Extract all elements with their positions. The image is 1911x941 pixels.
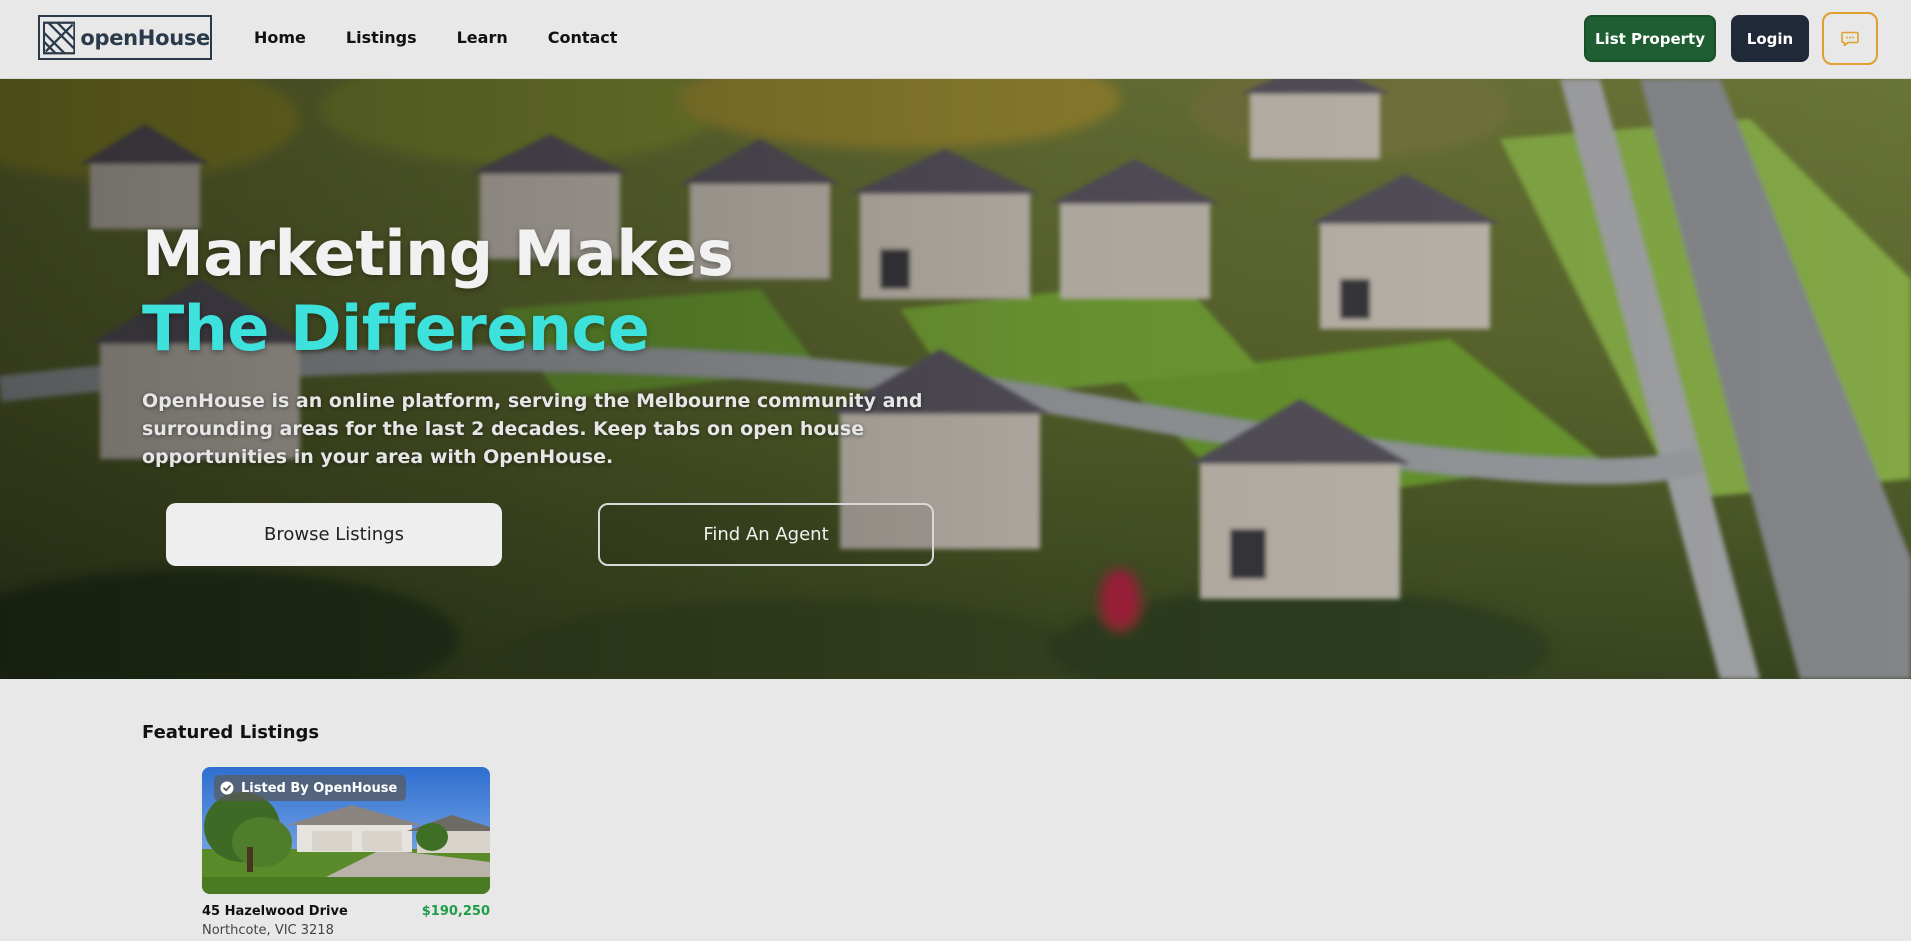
listing-suburb: Northcote, VIC 3218 bbox=[202, 923, 334, 938]
login-button[interactable]: Login bbox=[1731, 15, 1809, 62]
hero-background-image bbox=[0, 79, 1911, 679]
check-circle-icon bbox=[220, 781, 234, 795]
nav-link-contact[interactable]: Contact bbox=[548, 28, 618, 47]
chat-button[interactable] bbox=[1822, 12, 1878, 65]
hero-title-line-1: Marketing Makes bbox=[142, 217, 734, 290]
top-navbar: openHouse Home Listings Learn Contact Li… bbox=[0, 0, 1911, 79]
nav-link-home[interactable]: Home bbox=[254, 28, 306, 47]
listing-title-row: 45 Hazelwood Drive $190,250 bbox=[202, 904, 490, 919]
badge-label: Listed By OpenHouse bbox=[241, 780, 398, 796]
list-property-button[interactable]: List Property bbox=[1584, 15, 1716, 62]
logo-text: openHouse bbox=[80, 25, 210, 50]
listing-photo: Listed By OpenHouse bbox=[202, 767, 490, 894]
listing-price: $190,250 bbox=[421, 904, 490, 919]
main-nav: Home Listings Learn Contact bbox=[254, 28, 657, 47]
nav-link-learn[interactable]: Learn bbox=[457, 28, 508, 47]
hero-description: OpenHouse is an online platform, serving… bbox=[142, 390, 923, 468]
logo-mark-icon bbox=[43, 21, 76, 54]
featured-listings-title: Featured Listings bbox=[142, 722, 320, 743]
find-agent-button[interactable]: Find An Agent bbox=[598, 503, 934, 566]
listed-by-badge: Listed By OpenHouse bbox=[214, 775, 407, 801]
openhouse-logo[interactable]: openHouse bbox=[38, 15, 212, 60]
listing-address: 45 Hazelwood Drive bbox=[202, 904, 348, 919]
hero-title-line-2: The Difference bbox=[142, 292, 650, 365]
nav-link-listings[interactable]: Listings bbox=[346, 28, 417, 47]
hero-section: Marketing Makes The Difference OpenHouse… bbox=[0, 79, 1911, 679]
listing-card[interactable]: Listed By OpenHouse 45 Hazelwood Drive $… bbox=[202, 767, 490, 938]
chat-icon bbox=[1841, 31, 1859, 46]
browse-listings-button[interactable]: Browse Listings bbox=[166, 503, 502, 566]
